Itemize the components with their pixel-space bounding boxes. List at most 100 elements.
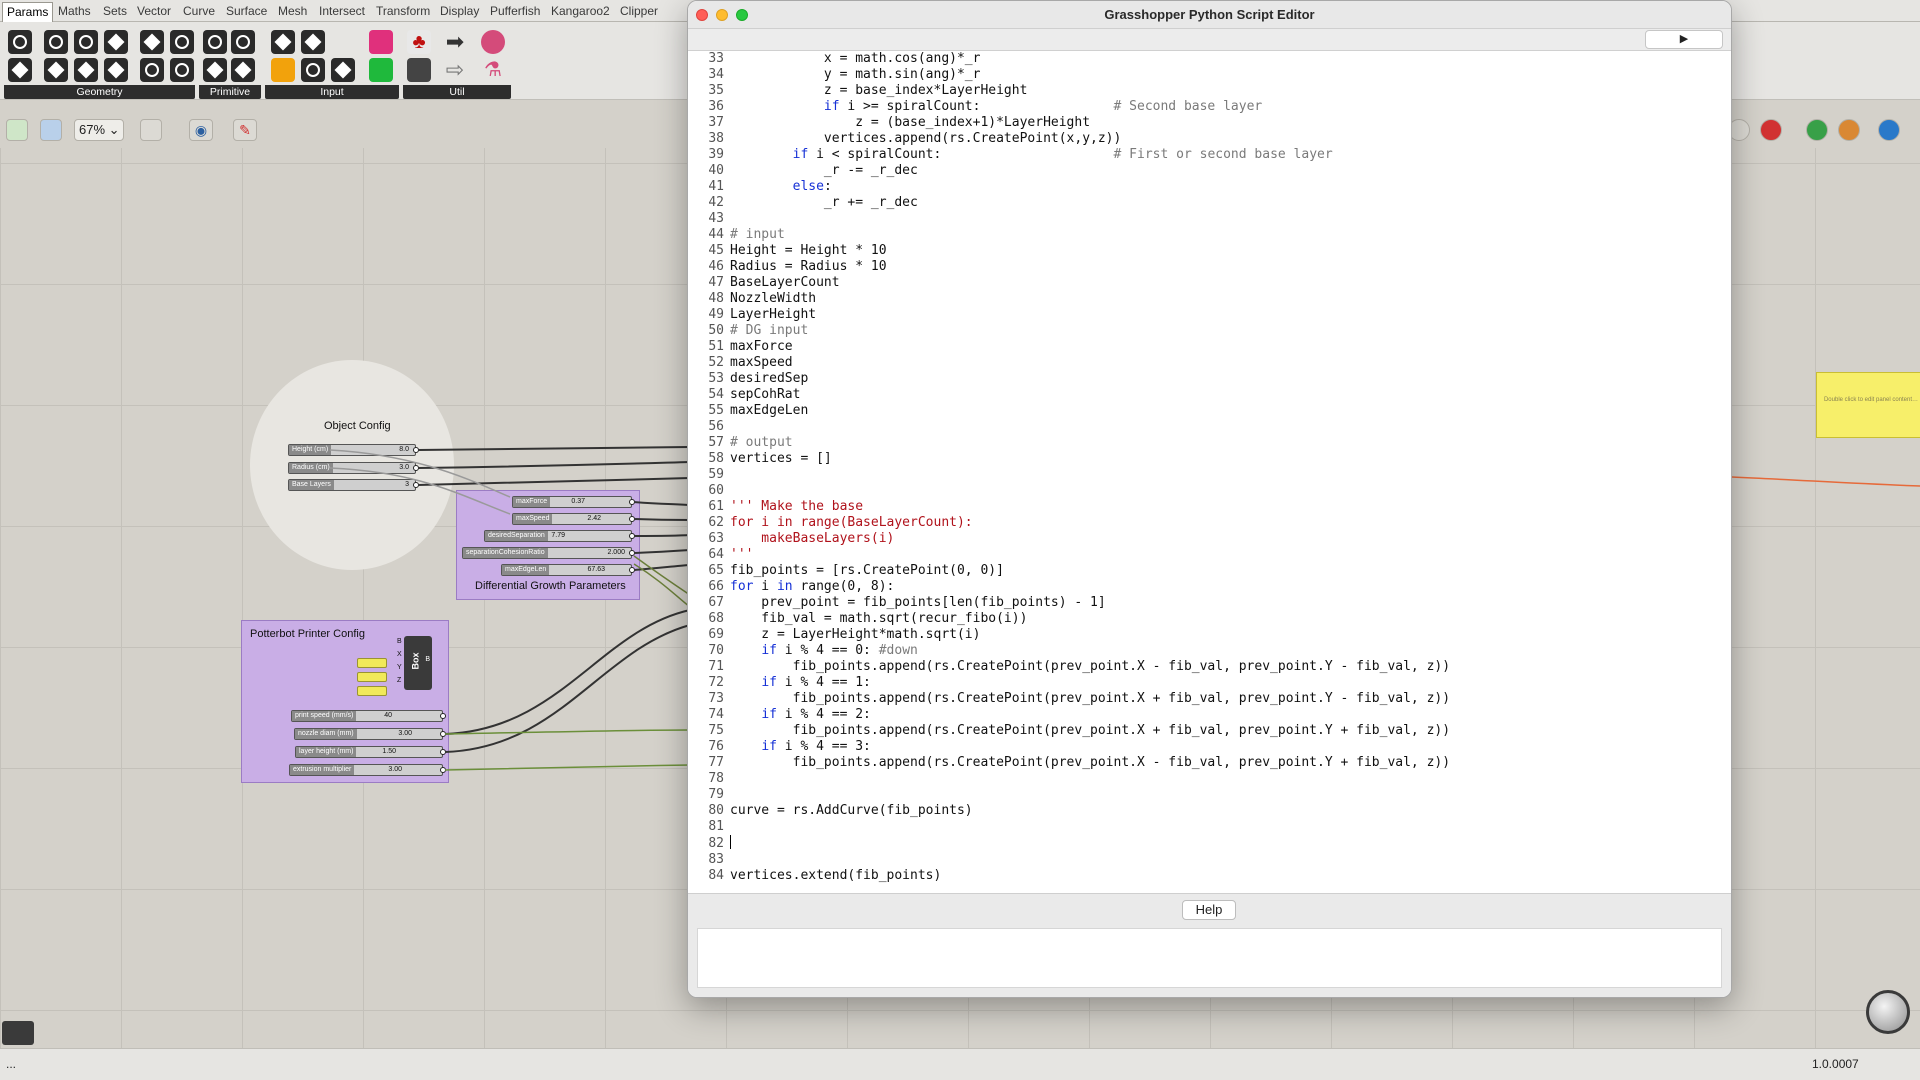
- run-button[interactable]: ▶: [1645, 30, 1723, 49]
- help-output-box[interactable]: [697, 928, 1722, 988]
- document-preview-icon[interactable]: [1838, 119, 1860, 141]
- param-integer-icon[interactable]: [203, 58, 227, 82]
- tab-display[interactable]: Display: [436, 2, 483, 22]
- code-line[interactable]: 82: [688, 835, 1450, 852]
- code-line[interactable]: 48 NozzleWidth: [688, 291, 1450, 307]
- code-line[interactable]: 50 # DG input: [688, 323, 1450, 339]
- code-line[interactable]: 39 if i < spiralCount: # First or second…: [688, 147, 1450, 163]
- code-line[interactable]: 42 _r += _r_dec: [688, 195, 1450, 211]
- flask-icon[interactable]: ⚗: [481, 58, 505, 82]
- panel-input[interactable]: [357, 686, 387, 696]
- zoom-dropdown[interactable]: 67% ⌄: [74, 119, 124, 141]
- code-line[interactable]: 72 if i % 4 == 1:: [688, 675, 1450, 691]
- tab-vector[interactable]: Vector: [133, 2, 175, 22]
- note-panel[interactable]: Double click to edit panel content…: [1816, 372, 1920, 438]
- tab-sets[interactable]: Sets: [99, 2, 131, 22]
- tab-pufferfish[interactable]: Pufferfish: [486, 2, 544, 22]
- tab-clipper[interactable]: Clipper: [616, 2, 662, 22]
- code-line[interactable]: 41 else:: [688, 179, 1450, 195]
- tab-curve[interactable]: Curve: [179, 2, 219, 22]
- slider-base-layers[interactable]: Base Layers 3: [288, 479, 419, 491]
- code-line[interactable]: 75 fib_points.append(rs.CreatePoint(prev…: [688, 723, 1450, 739]
- tab-transform[interactable]: Transform: [372, 2, 434, 22]
- code-line[interactable]: 58 vertices = []: [688, 451, 1450, 467]
- input-colour-swatch-icon[interactable]: [369, 30, 393, 54]
- slider-extrusion-multiplier[interactable]: extrusion multiplier 3.00: [289, 764, 446, 776]
- tab-surface[interactable]: Surface: [222, 2, 271, 22]
- code-line[interactable]: 55 maxEdgeLen: [688, 403, 1450, 419]
- slider-maxforce[interactable]: maxForce 0.37: [512, 496, 635, 508]
- zoom-extents-icon[interactable]: [140, 119, 162, 141]
- param-vector-icon[interactable]: [8, 58, 32, 82]
- grasshopper-logo-icon[interactable]: [2, 1021, 34, 1045]
- code-line[interactable]: 73 fib_points.append(rs.CreatePoint(prev…: [688, 691, 1450, 707]
- preview-shaded-icon[interactable]: [1760, 119, 1782, 141]
- ribbon-group-label[interactable]: Geometry: [4, 85, 195, 99]
- code-line[interactable]: 61 ''' Make the base: [688, 499, 1450, 515]
- code-line[interactable]: 59: [688, 467, 1450, 483]
- code-line[interactable]: 46 Radius = Radius * 10: [688, 259, 1450, 275]
- code-line[interactable]: 60: [688, 483, 1450, 499]
- slider-nozzle-diam[interactable]: nozzle diam (mm) 3.00: [294, 728, 446, 740]
- code-line[interactable]: 78: [688, 771, 1450, 787]
- navigation-wheel-icon[interactable]: [1866, 990, 1910, 1034]
- preview-mesh-icon[interactable]: [1878, 119, 1900, 141]
- code-line[interactable]: 74 if i % 4 == 2:: [688, 707, 1450, 723]
- code-line[interactable]: 68 fib_val = math.sqrt(recur_fibo(i)): [688, 611, 1450, 627]
- code-line[interactable]: 37 z = (base_index+1)*LayerHeight: [688, 115, 1450, 131]
- code-line[interactable]: 67 prev_point = fib_points[len(fib_point…: [688, 595, 1450, 611]
- code-line[interactable]: 83: [688, 852, 1450, 868]
- slider-print-speed[interactable]: print speed (mm/s) 40: [291, 710, 446, 722]
- code-line[interactable]: 65 fib_points = [rs.CreatePoint(0, 0)]: [688, 563, 1450, 579]
- code-line[interactable]: 63 makeBaseLayers(i): [688, 531, 1450, 547]
- param-brep-icon[interactable]: [170, 30, 194, 54]
- param-line-icon[interactable]: [44, 58, 68, 82]
- code-line[interactable]: 44 # input: [688, 227, 1450, 243]
- code-line[interactable]: 71 fib_points.append(rs.CreatePoint(prev…: [688, 659, 1450, 675]
- code-line[interactable]: 66 for i in range(0, 8):: [688, 579, 1450, 595]
- code-line[interactable]: 80 curve = rs.AddCurve(fib_points): [688, 803, 1450, 819]
- param-rectangle-icon[interactable]: [104, 58, 128, 82]
- code-line[interactable]: 54 sepCohRat: [688, 387, 1450, 403]
- code-editor[interactable]: 33 x = math.cos(ang)*_r 34 y = math.sin(a…: [688, 51, 1731, 893]
- tab-intersect[interactable]: Intersect: [315, 2, 369, 22]
- code-line[interactable]: 38 vertices.append(rs.CreatePoint(x,y,z)…: [688, 131, 1450, 147]
- tree-icon[interactable]: [407, 58, 431, 82]
- slider-radius[interactable]: Radius (cm) 3.0: [288, 462, 419, 474]
- param-point-icon[interactable]: [8, 30, 32, 54]
- cherry-picker-icon[interactable]: ♣: [407, 30, 431, 54]
- code-line[interactable]: 36 if i >= spiralCount: # Second base la…: [688, 99, 1450, 115]
- ribbon-group-label[interactable]: Input: [265, 85, 399, 99]
- code-line[interactable]: 49 LayerHeight: [688, 307, 1450, 323]
- param-mesh-icon[interactable]: [140, 58, 164, 82]
- slider-height[interactable]: Height (cm) 8.0: [288, 444, 419, 456]
- slider-layer-height[interactable]: layer height (mm) 1.50: [295, 746, 446, 758]
- param-number-icon[interactable]: [231, 30, 255, 54]
- code-line[interactable]: 76 if i % 4 == 3:: [688, 739, 1450, 755]
- param-circle-icon[interactable]: [44, 30, 68, 54]
- slider-max-edge-len[interactable]: maxEdgeLen 67.63: [501, 564, 635, 576]
- code-line[interactable]: 81: [688, 819, 1450, 835]
- code-line[interactable]: 62 for i in range(BaseLayerCount):: [688, 515, 1450, 531]
- ribbon-group-label[interactable]: Primitive: [199, 85, 261, 99]
- open-file-icon[interactable]: [6, 119, 28, 141]
- tab-kangaroo2[interactable]: Kangaroo2: [547, 2, 614, 22]
- tab-maths[interactable]: Maths: [54, 2, 95, 22]
- code-line[interactable]: 52 maxSpeed: [688, 355, 1450, 371]
- arrow-outline-right-icon[interactable]: ⇨: [443, 58, 467, 82]
- code-line[interactable]: 84 vertices.extend(fib_points): [688, 868, 1450, 884]
- input-gradient-icon[interactable]: [369, 58, 393, 82]
- maximize-window-icon[interactable]: [736, 9, 748, 21]
- code-line[interactable]: 45 Height = Height * 10: [688, 243, 1450, 259]
- param-text-icon[interactable]: [231, 58, 255, 82]
- input-graph-mapper-icon[interactable]: [271, 58, 295, 82]
- arrow-right-icon[interactable]: ➡: [443, 30, 467, 54]
- input-toggle-icon[interactable]: [301, 30, 325, 54]
- code-line[interactable]: 79: [688, 787, 1450, 803]
- close-window-icon[interactable]: [696, 9, 708, 21]
- ribbon-group-label[interactable]: Util: [403, 85, 511, 99]
- input-button-icon[interactable]: [271, 30, 295, 54]
- code-line[interactable]: 35 z = base_index*LayerHeight: [688, 83, 1450, 99]
- param-arc-icon[interactable]: [74, 30, 98, 54]
- input-value-list-icon[interactable]: [331, 58, 355, 82]
